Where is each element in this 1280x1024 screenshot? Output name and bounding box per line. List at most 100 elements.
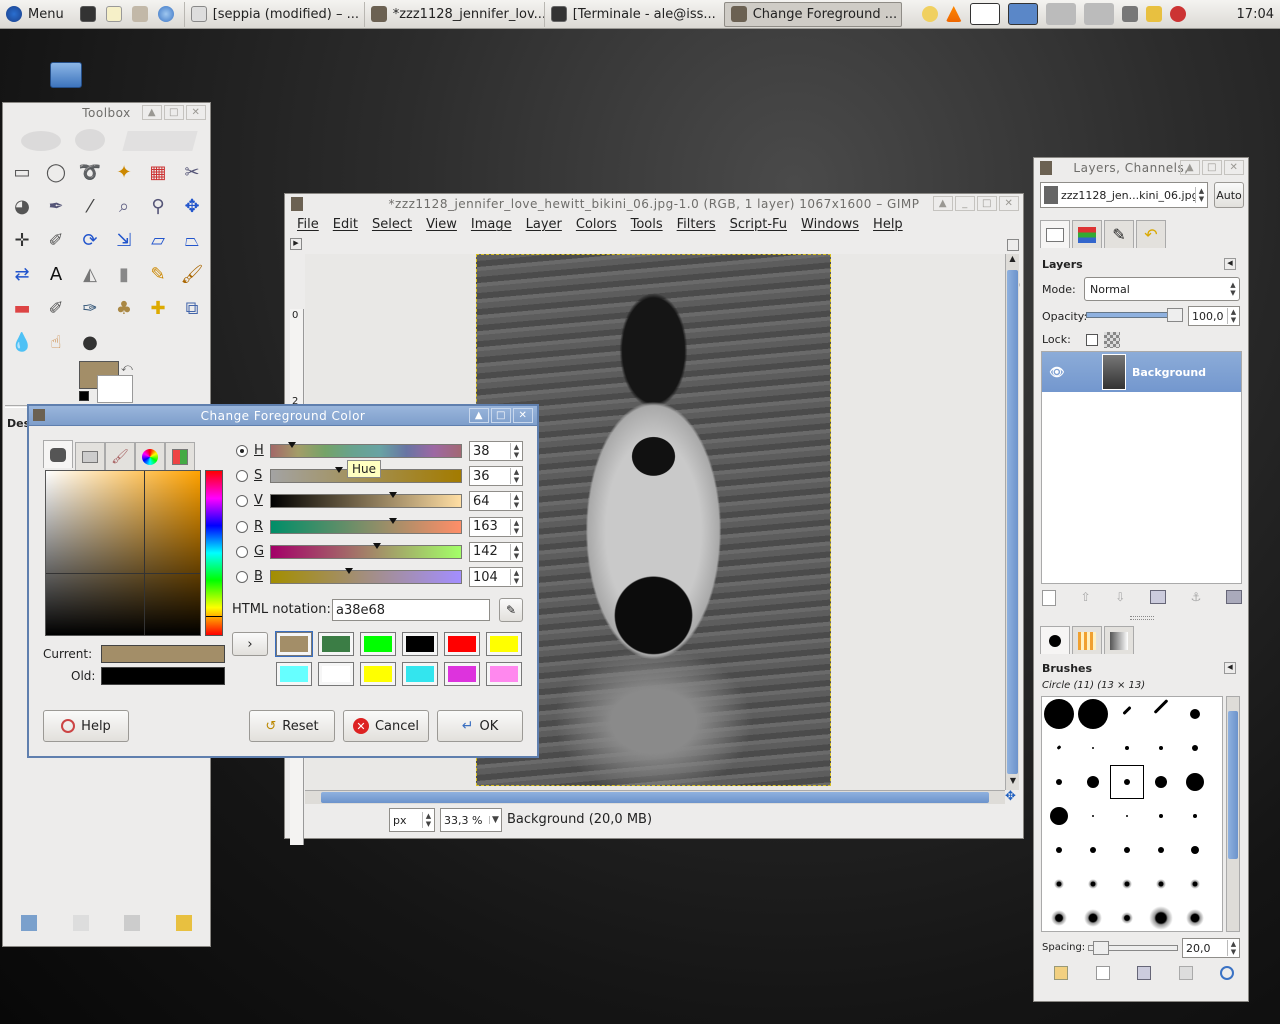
navigate-icon[interactable]: ✥ [1005, 790, 1019, 804]
history-swatch[interactable] [444, 662, 480, 686]
brush-preview[interactable] [1084, 909, 1102, 927]
crop-tool-icon[interactable]: ✐ [43, 227, 69, 253]
flip-tool-icon[interactable]: ⇄ [9, 261, 35, 287]
sv-color-area[interactable] [45, 470, 201, 636]
brush-preview[interactable] [1155, 776, 1167, 788]
save-options-icon[interactable] [20, 915, 37, 931]
anchor-layer-icon[interactable]: ⚓ [1191, 590, 1202, 606]
heal-tool-icon[interactable]: ✚ [145, 295, 171, 321]
new-layer-icon[interactable] [1042, 590, 1056, 606]
blur-tool-icon[interactable]: 💧 [9, 329, 35, 355]
paths-tool-icon[interactable]: ✒ [43, 193, 69, 219]
brush-preview[interactable] [1092, 747, 1094, 749]
channel-radio-v[interactable] [236, 495, 248, 508]
channel-value-input[interactable]: 36 ▲ ▼ [469, 466, 523, 487]
tab-undo[interactable]: ↶ [1136, 220, 1166, 248]
channel-value-input[interactable]: 64 ▲ ▼ [469, 491, 523, 512]
history-swatch[interactable] [486, 662, 522, 686]
spacing-slider-handle[interactable] [1093, 941, 1109, 955]
brush-preview[interactable] [1186, 773, 1204, 791]
brush-preview[interactable] [1056, 779, 1062, 785]
brush-preview[interactable] [1192, 745, 1198, 751]
ok-button[interactable]: ↵ OK [437, 710, 523, 742]
tab-gradients[interactable] [1104, 626, 1134, 654]
reset-button[interactable]: ↺ Reset [249, 710, 335, 742]
history-swatch[interactable] [318, 632, 354, 656]
close-button[interactable]: ✕ [186, 105, 206, 120]
menu-colors[interactable]: Colors [576, 217, 617, 232]
brush-preview[interactable] [1088, 879, 1098, 889]
brush-preview[interactable] [1190, 879, 1200, 889]
clock[interactable]: 17:04 [1231, 2, 1280, 27]
ellipse-select-tool-icon[interactable]: ◯ [43, 159, 69, 185]
channel-slider-h[interactable] [270, 442, 462, 458]
vlc-icon[interactable] [945, 6, 962, 22]
scissors-select-tool-icon[interactable]: ✂ [179, 159, 205, 185]
channel-slider-g[interactable] [270, 542, 462, 559]
task-button-seppia[interactable]: [seppia (modified) – ... [183, 1, 364, 27]
history-swatch[interactable] [360, 662, 396, 686]
scale-tool-icon[interactable]: ⇲ [111, 227, 137, 253]
history-swatch[interactable] [360, 632, 396, 656]
brush-preview[interactable] [1078, 699, 1108, 729]
slider-marker-icon[interactable] [388, 492, 397, 499]
minimize-button[interactable]: _ [955, 196, 975, 211]
battery-icon[interactable] [1145, 6, 1162, 22]
channel-radio-r[interactable] [236, 520, 248, 533]
auto-button[interactable]: Auto [1214, 182, 1244, 208]
menu-windows[interactable]: Windows [801, 217, 859, 232]
menu-edit[interactable]: Edit [333, 217, 358, 232]
shade-button[interactable]: ▲ [933, 196, 953, 211]
brush-preview[interactable] [1124, 847, 1130, 853]
visibility-eye-icon[interactable]: 👁 [1042, 365, 1072, 379]
close-button[interactable]: ✕ [1224, 160, 1244, 175]
zoom-tool-icon[interactable]: ⌕ [111, 193, 137, 219]
menu-view[interactable]: View [426, 217, 457, 232]
network-icon[interactable] [1121, 6, 1138, 22]
new-brush-icon[interactable] [1095, 966, 1110, 980]
zoom-selector[interactable]: 33,3 % ▼ [440, 808, 502, 832]
workspace-4-icon[interactable] [1083, 3, 1114, 25]
task-button-gimp-image[interactable]: *zzz1128_jennifer_lov... [363, 1, 544, 27]
tab-palette-selector[interactable] [165, 442, 195, 470]
dialog-titlebar[interactable]: Change Foreground Color ▲ □ ✕ [29, 406, 537, 426]
swap-colors-icon[interactable]: ⤺ [121, 361, 133, 375]
channel-value-input[interactable]: 104 ▲ ▼ [469, 567, 523, 587]
free-select-tool-icon[interactable]: ➰ [77, 159, 103, 185]
browser-launcher-icon[interactable] [157, 6, 174, 22]
edit-brush-icon[interactable] [1054, 966, 1068, 980]
brush-scroll-thumb[interactable] [1228, 711, 1238, 859]
align-tool-icon[interactable]: ✛ [9, 227, 35, 253]
dodge-burn-tool-icon[interactable]: ● [77, 329, 103, 355]
ink-tool-icon[interactable]: ✑ [77, 295, 103, 321]
foreground-select-tool-icon[interactable]: ◕ [9, 193, 35, 219]
slider-marker-icon[interactable] [335, 467, 344, 474]
brush-preview[interactable] [1056, 847, 1062, 853]
help-button[interactable]: Help [43, 710, 129, 742]
unit-selector[interactable]: px ▲ ▼ [389, 808, 435, 832]
task-button-terminal[interactable]: [Terminale - ale@iss... [543, 1, 724, 27]
paintbrush-tool-icon[interactable]: 🖌 [179, 261, 205, 287]
raise-layer-icon[interactable]: ⇧ [1081, 590, 1091, 606]
horizontal-scroll-thumb[interactable] [321, 792, 989, 803]
maximize-button[interactable]: □ [491, 408, 511, 423]
brush-scrollbar[interactable] [1226, 696, 1240, 932]
menu-tools[interactable]: Tools [631, 217, 663, 232]
perspective-clone-tool-icon[interactable]: ⧉ [179, 295, 205, 321]
brush-preview[interactable] [1125, 746, 1129, 750]
tab-patterns[interactable] [1072, 626, 1102, 654]
close-button[interactable]: ✕ [999, 196, 1019, 211]
color-select-tool-icon[interactable]: ▦ [145, 159, 171, 185]
tab-watercolor-selector[interactable]: 🖌 [105, 442, 135, 470]
lock-alpha-icon[interactable] [1104, 332, 1120, 348]
delete-layer-icon[interactable] [1225, 590, 1242, 604]
editor-launcher-icon[interactable] [105, 6, 122, 22]
measure-tool-icon[interactable]: ⚲ [145, 193, 171, 219]
image-titlebar[interactable]: *zzz1128_jennifer_love_hewitt_bikini_06.… [285, 194, 1023, 214]
tab-cmyk-selector[interactable] [75, 442, 105, 470]
brush-preview[interactable] [1051, 910, 1067, 926]
smudge-tool-icon[interactable]: ☝ [43, 329, 69, 355]
slider-marker-icon[interactable] [287, 442, 296, 448]
channel-slider-v[interactable] [270, 492, 462, 509]
close-button[interactable]: ✕ [513, 408, 533, 423]
